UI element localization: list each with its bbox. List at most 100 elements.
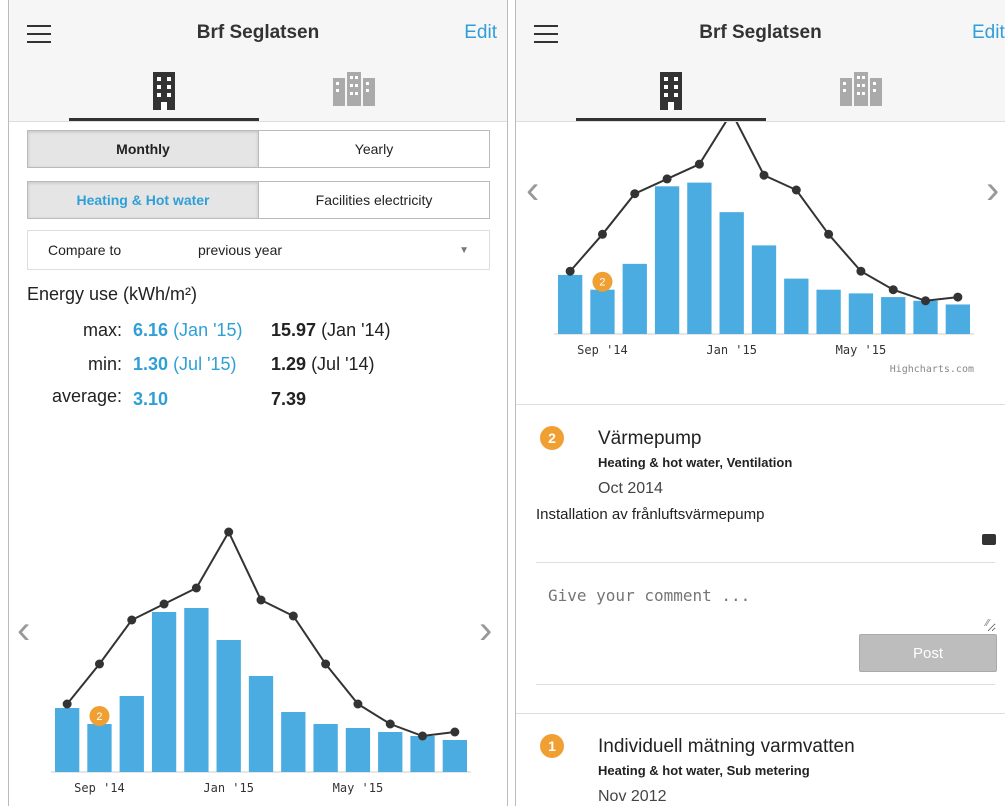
chart-point — [759, 170, 769, 180]
x-tick-label: Sep '14 — [577, 343, 628, 357]
chevron-left-icon[interactable]: ‹ — [526, 170, 539, 210]
event-description: Installation av frånluftsvärmepump — [536, 506, 765, 523]
chart-bar — [313, 724, 338, 772]
chart-bar — [945, 304, 970, 334]
energy-chart: 2 Sep '14 Jan '15 May '15 — [51, 527, 471, 795]
edit-button[interactable]: Edit — [972, 22, 1005, 44]
chart-point — [694, 159, 704, 169]
page-title: Brf Seglatsen — [196, 22, 320, 43]
compare-label: Compare to — [48, 242, 122, 258]
chart-bar — [216, 640, 241, 772]
chart-bar — [913, 300, 938, 334]
multiple-buildings-icon — [333, 72, 375, 106]
x-tick-label: Sep '14 — [74, 781, 125, 795]
multiple-buildings-icon — [840, 72, 882, 106]
page-title: Brf Seglatsen — [699, 22, 822, 43]
min-label: min: — [87, 354, 122, 374]
event-categories: Heating & hot water, Sub metering — [598, 763, 810, 778]
event-badge: 2 — [540, 426, 564, 450]
max-previous: 15.97 (Jan '14) — [271, 320, 391, 340]
tab-multiple-buildings[interactable] — [259, 70, 449, 120]
app-header: Brf Seglatsen Edit — [516, 0, 1005, 122]
chevron-right-icon[interactable]: › — [986, 170, 999, 210]
event-marker-label: 2 — [599, 277, 605, 289]
x-tick-label: May '15 — [333, 781, 384, 795]
tab-facilities-electricity[interactable]: Facilities electricity — [259, 182, 489, 218]
chart-point — [385, 719, 395, 729]
energy-title: Energy use (kWh/m²) — [27, 284, 198, 304]
event-title: Individuell mätning varmvatten — [598, 736, 855, 757]
x-tick-label: May '15 — [836, 343, 887, 357]
chart-bar — [184, 608, 209, 772]
energy-chart: 2 Sep '14 Jan '15 May '15Highcharts.com — [554, 122, 974, 375]
chart-point — [921, 296, 931, 306]
tab-single-building[interactable] — [576, 70, 766, 121]
comment-icon[interactable] — [982, 534, 996, 545]
x-tick-label: Jan '15 — [706, 343, 757, 357]
chart-bar — [410, 736, 435, 772]
chart-credit: Highcharts.com — [890, 364, 974, 375]
app-header: Brf Seglatsen Edit — [9, 0, 507, 122]
tab-heating-hot-water[interactable]: Heating & Hot water — [28, 182, 259, 218]
event-categories: Heating & hot water, Ventilation — [598, 455, 793, 470]
chart-point — [353, 699, 363, 709]
chart-point — [224, 527, 234, 537]
comment-input[interactable] — [538, 576, 996, 632]
post-button[interactable]: Post — [859, 634, 997, 672]
chart-point — [597, 229, 607, 239]
chart-bar — [55, 708, 80, 772]
section-divider — [516, 404, 1005, 405]
event-title: Värmepump — [598, 428, 702, 449]
chart-point — [127, 615, 137, 625]
chart-point — [953, 292, 963, 302]
chart-point — [824, 229, 834, 239]
tab-monthly[interactable]: Monthly — [28, 131, 259, 167]
chart-bar — [784, 278, 809, 334]
average-label: average: — [51, 386, 122, 406]
chart-point — [256, 595, 266, 605]
resize-handle-icon[interactable]: ⁄⁄ — [986, 618, 989, 629]
chart-bar — [87, 724, 112, 772]
chart-point — [630, 189, 640, 199]
chart-bar — [751, 245, 777, 334]
chart-bar — [622, 263, 647, 334]
chart-bar — [248, 676, 274, 772]
tab-single-building[interactable] — [69, 70, 259, 121]
chart-point — [565, 266, 575, 276]
chart-point — [662, 174, 672, 184]
compare-select[interactable]: Compare to previous year ▼ — [27, 230, 490, 270]
chart-bar — [848, 293, 874, 334]
max-current: 6.16 (Jan '15) — [133, 320, 243, 340]
chart-point — [159, 599, 169, 609]
single-building-icon — [660, 72, 682, 110]
chart-point — [191, 583, 201, 593]
chart-point — [450, 727, 460, 737]
energy-type-toggle: Heating & Hot water Facilities electrici… — [27, 181, 490, 219]
chart-bar — [281, 712, 306, 772]
period-toggle: Monthly Yearly — [27, 130, 490, 168]
chart-point — [418, 731, 428, 741]
chart-bar — [654, 186, 680, 334]
comment-bottom-divider — [536, 684, 995, 685]
edit-button[interactable]: Edit — [464, 22, 497, 44]
min-current: 1.30 (Jul '15) — [133, 354, 237, 374]
event-date: Nov 2012 — [598, 788, 667, 805]
chart-bar — [816, 289, 841, 334]
chart-bar — [881, 297, 906, 334]
chart-bar — [378, 732, 403, 772]
chart-point — [321, 659, 331, 669]
comment-divider — [536, 562, 995, 563]
single-building-icon — [153, 72, 175, 110]
min-previous: 1.29 (Jul '14) — [271, 354, 375, 374]
chart-point — [62, 699, 72, 709]
compare-value: previous year — [198, 242, 283, 258]
x-tick-label: Jan '15 — [203, 781, 254, 795]
tab-multiple-buildings[interactable] — [766, 70, 956, 120]
chart-bar — [442, 740, 467, 772]
chart-bar — [687, 182, 712, 334]
chart-bar — [119, 696, 144, 772]
chevron-down-icon: ▼ — [459, 244, 469, 256]
max-label: max: — [82, 320, 122, 340]
chart-point — [888, 285, 898, 295]
tab-yearly[interactable]: Yearly — [259, 131, 489, 167]
